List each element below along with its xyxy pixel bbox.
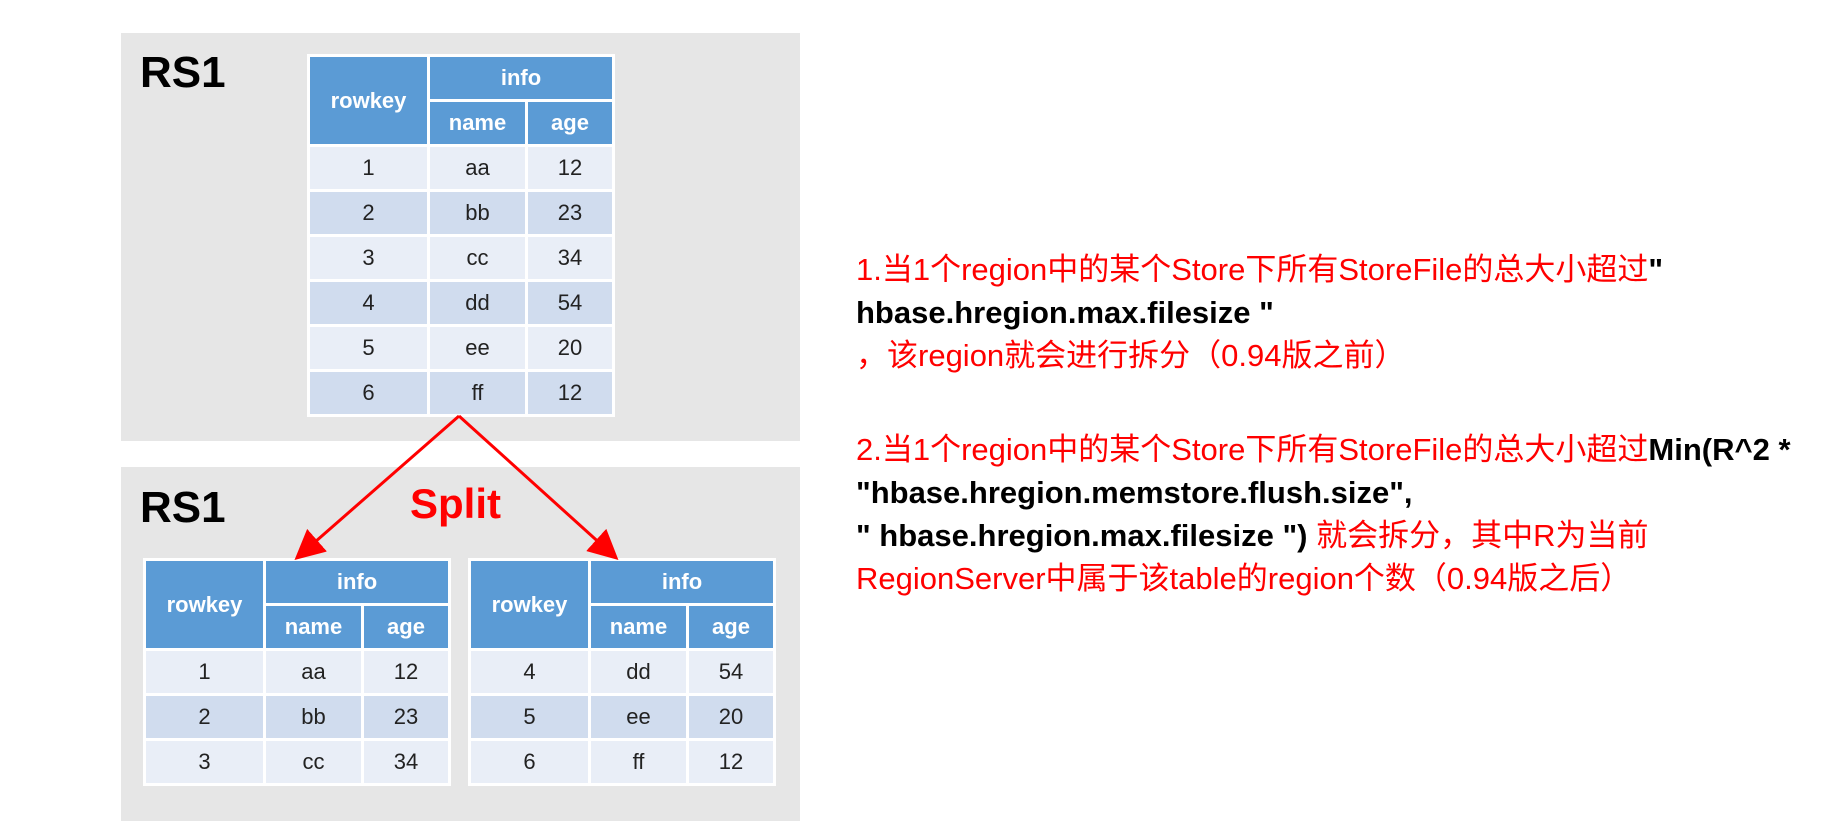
split-rule-note-1: 1.当1个region中的某个Store下所有StoreFile的总大小超过" … xyxy=(856,248,1826,377)
split-rule-note-2: 2.当1个region中的某个Store下所有StoreFile的总大小超过Mi… xyxy=(856,428,1826,600)
note2-text-1: 2.当1个region中的某个Store下所有StoreFile的总大小超过 xyxy=(856,432,1649,467)
note2-formula-part-2: " hbase.hregion.max.filesize ") xyxy=(856,518,1308,553)
note1-text-2: ，该region就会进行拆分（0.94版之前） xyxy=(856,338,1406,373)
split-arrows xyxy=(294,414,619,561)
split-label: Split xyxy=(410,480,501,527)
note1-text-1: 1.当1个region中的某个Store下所有StoreFile的总大小超过 xyxy=(856,252,1649,287)
